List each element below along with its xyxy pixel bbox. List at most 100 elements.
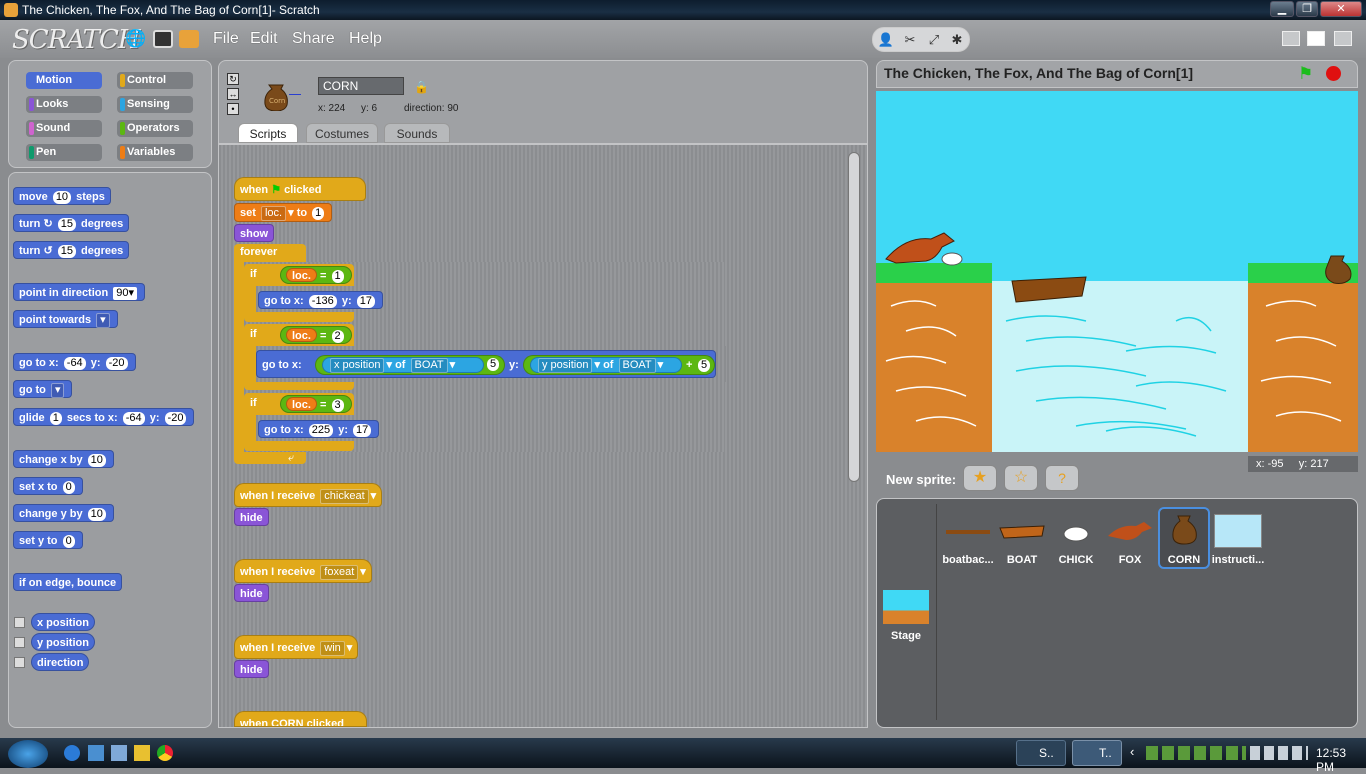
scripts-scrollbar[interactable] [848,152,860,482]
delete-icon[interactable]: ✂ [901,31,919,49]
block-turn-left[interactable]: turn ↺ 15 degrees [13,241,130,259]
sprite-boatbac-thumb[interactable] [944,520,992,544]
taskbar-item-1[interactable]: S.. [1016,740,1066,766]
presentation-mode-icon[interactable] [1334,31,1352,46]
sprite-corn-thumb[interactable] [1168,512,1200,546]
sprite-fox-thumb[interactable] [1106,518,1154,544]
menu-share[interactable]: Share [292,30,335,48]
sprite-instructions-label[interactable]: instructi... [1210,554,1266,566]
op-equals-2[interactable]: loc. = 2 [280,326,352,344]
sprite-boatbac-label[interactable]: boatbac... [940,554,996,566]
block-set-x[interactable]: set x to 0 [13,477,83,495]
shrink-icon[interactable]: ✱ [948,31,966,49]
category-sensing[interactable]: Sensing [117,96,193,113]
sensing-x-position-of-boat[interactable]: x position ▾ of BOAT ▾ [322,357,484,373]
duplicate-icon[interactable]: 👤 [877,31,895,49]
category-sound[interactable]: Sound [26,120,102,137]
hat-receive-chickeat[interactable]: when I receive chickeat ▾ [234,483,383,507]
reporter-y-position[interactable]: y position [31,633,95,651]
category-motion[interactable]: Motion [26,72,102,89]
hat-receive-foxeat[interactable]: when I receive foxeat ▾ [234,559,372,583]
explorer-icon[interactable] [111,745,127,761]
sprite-corn-label[interactable]: CORN [1156,554,1212,566]
hat-when-flag-clicked[interactable]: when ⚑ clicked [234,177,366,201]
minimize-button[interactable]: ▁ [1270,1,1294,17]
checkbox-direction[interactable] [14,657,25,668]
sprite-chick-thumb[interactable] [1052,518,1100,544]
chrome-icon[interactable] [157,745,173,761]
hat-receive-win[interactable]: when I receive win ▾ [234,635,359,659]
op-plus[interactable]: y position ▾ of BOAT ▾ + 5 [523,355,715,375]
sprite-instructions-thumb[interactable] [1214,514,1262,548]
block-goto[interactable]: go to ▾ [13,380,73,398]
media-icon[interactable] [134,745,150,761]
grow-icon[interactable]: ⤢ [925,31,943,49]
choose-sprite-button[interactable]: ☆ [1004,465,1038,491]
normal-stage-icon[interactable] [1307,31,1325,46]
lock-icon[interactable]: 🔒 [414,80,429,94]
stop-button[interactable] [1326,66,1341,81]
direction-line[interactable] [289,94,301,95]
sensing-y-position-of-boat[interactable]: y position ▾ of BOAT ▾ [530,357,682,373]
block-point-direction[interactable]: point in direction 90▾ [13,283,146,301]
op-minus[interactable]: x position▾ of BOAT▾ - [315,355,505,375]
sprite-boat-label[interactable]: BOAT [994,554,1050,566]
tray-expand-icon[interactable]: ‹ [1130,744,1134,759]
sprite-boat-thumb[interactable] [998,520,1046,544]
no-rotate-icon[interactable]: • [227,103,239,115]
globe-icon[interactable]: 🌐 [125,30,146,48]
block-set-y[interactable]: set y to 0 [13,531,83,549]
checkbox-y-position[interactable] [14,637,25,648]
block-change-x[interactable]: change x by 10 [13,450,114,468]
hat-when-corn-clicked[interactable]: when CORN clicked [234,711,367,727]
block-hide-1[interactable]: hide [234,508,269,526]
tray-icons[interactable] [1146,746,1246,760]
desktop-icon[interactable] [88,745,104,761]
menu-file[interactable]: File [213,30,239,48]
random-sprite-button[interactable]: ? [1045,465,1079,491]
sprite-name-input[interactable]: CORN [318,77,404,95]
paint-sprite-button[interactable]: ★ [963,465,997,491]
stage[interactable] [876,91,1358,452]
flip-style-icon[interactable]: ↔ [227,88,239,100]
block-goto-xy-boat[interactable]: go to x: x position▾ of BOAT▾ - 5 y: y p… [256,350,716,378]
tab-scripts[interactable]: Scripts [238,123,298,143]
green-flag-button[interactable]: ⚑ [1298,64,1313,84]
close-button[interactable]: ✕ [1320,1,1362,17]
rotate-style-icon[interactable]: ↻ [227,73,239,85]
block-hide-2[interactable]: hide [234,584,269,602]
category-operators[interactable]: Operators [117,120,193,137]
tab-costumes[interactable]: Costumes [306,123,378,143]
block-goto-xy[interactable]: go to x: -64 y: -20 [13,353,136,371]
start-button[interactable] [8,740,48,768]
reporter-x-position[interactable]: x position [31,613,95,631]
tab-sounds[interactable]: Sounds [384,123,450,143]
category-looks[interactable]: Looks [26,96,102,113]
block-show[interactable]: show [234,224,275,242]
category-pen[interactable]: Pen [26,144,102,161]
stage-thumbnail[interactable] [883,590,929,624]
small-stage-icon[interactable] [1282,31,1300,46]
menu-edit[interactable]: Edit [250,30,278,48]
menu-help[interactable]: Help [349,30,382,48]
block-hide-3[interactable]: hide [234,660,269,678]
category-variables[interactable]: Variables [117,144,193,161]
op-equals-1[interactable]: loc. = 1 [280,266,352,284]
maximize-button[interactable]: ❐ [1296,1,1318,17]
sprite-chick-label[interactable]: CHICK [1048,554,1104,566]
block-point-towards[interactable]: point towards ▾ [13,310,118,328]
reporter-direction[interactable]: direction [31,653,90,671]
category-control[interactable]: Control [117,72,193,89]
block-move[interactable]: move 10 steps [13,187,111,205]
block-glide[interactable]: glide 1 secs to x: -64 y: -20 [13,408,195,426]
op-equals-3[interactable]: loc. = 3 [280,395,352,413]
checkbox-x-position[interactable] [14,617,25,628]
share-icon[interactable] [179,30,199,48]
block-turn-right[interactable]: turn ↻ 15 degrees [13,214,130,232]
ie-icon[interactable] [64,745,80,761]
tray-system-icons[interactable] [1250,746,1308,760]
block-set-loc[interactable]: set loc. ▾ to 1 [234,203,333,222]
block-goto-xy-1[interactable]: go to x: -136 y: 17 [258,291,383,309]
save-icon[interactable] [153,30,173,48]
block-change-y[interactable]: change y by 10 [13,504,114,522]
